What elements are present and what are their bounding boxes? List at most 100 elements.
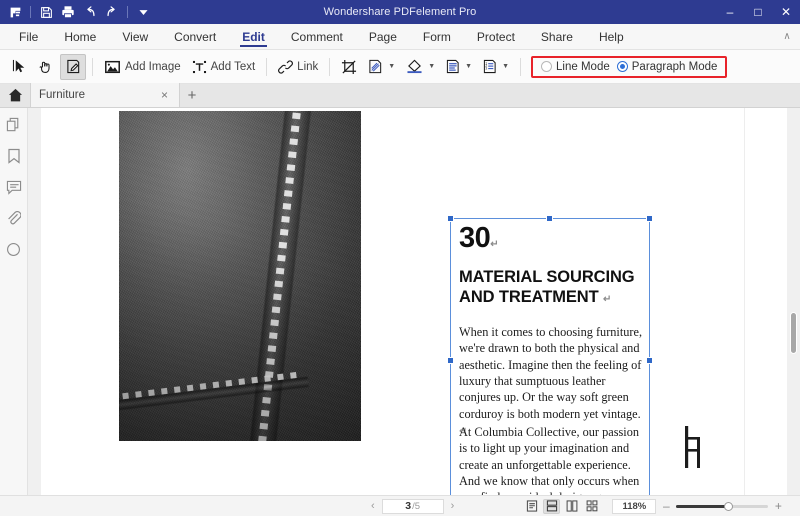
thumbnails-panel-icon[interactable] xyxy=(5,116,23,134)
pilcrow-mark: ↵ xyxy=(603,294,611,305)
document-tab-strip: Furniture × + xyxy=(0,84,800,108)
stamps-panel-icon[interactable] xyxy=(5,240,23,258)
resize-handle-top-center[interactable] xyxy=(546,215,553,222)
scrollbar-thumb[interactable] xyxy=(790,312,797,354)
thumbnail-grid-view-button[interactable] xyxy=(583,499,600,514)
qa-divider-2 xyxy=(127,6,128,18)
menu-item-comment[interactable]: Comment xyxy=(278,24,356,49)
comments-panel-icon[interactable] xyxy=(5,178,23,196)
text-edit-mode-group: Line Mode Paragraph Mode xyxy=(531,56,727,78)
zoom-slider-fill xyxy=(676,505,728,508)
zoom-slider[interactable] xyxy=(676,500,768,512)
quick-access-toolbar xyxy=(0,2,153,22)
attachments-panel-icon[interactable] xyxy=(5,209,23,227)
pdf-page[interactable]: 30↵ MATERIAL SOURCING AND TREATMENT ↵ Wh… xyxy=(42,108,745,495)
header-footer-caret-icon[interactable]: ▼ xyxy=(465,63,472,70)
zoom-out-button[interactable]: – xyxy=(661,499,671,513)
background-caret-icon[interactable]: ▼ xyxy=(428,63,435,70)
bookmarks-panel-icon[interactable] xyxy=(5,147,23,165)
menu-item-view[interactable]: View xyxy=(109,24,161,49)
document-tab-furniture[interactable]: Furniture × xyxy=(30,83,180,107)
print-icon[interactable] xyxy=(58,2,78,22)
svg-text:3: 3 xyxy=(486,66,488,70)
save-icon[interactable] xyxy=(36,2,56,22)
add-text-button[interactable]: Add Text xyxy=(187,54,261,80)
selected-text-block[interactable]: 30↵ MATERIAL SOURCING AND TREATMENT ↵ Wh… xyxy=(450,218,650,495)
redo-icon[interactable] xyxy=(102,2,122,22)
document-paragraph-1: When it comes to choosing furniture, we'… xyxy=(459,324,645,438)
menu-item-home[interactable]: Home xyxy=(51,24,109,49)
two-page-view-button[interactable] xyxy=(563,499,580,514)
line-mode-radio-icon[interactable] xyxy=(541,61,552,72)
menu-item-form[interactable]: Form xyxy=(410,24,464,49)
undo-icon[interactable] xyxy=(80,2,100,22)
new-tab-button[interactable]: + xyxy=(180,83,204,107)
hand-tool-button[interactable] xyxy=(33,54,59,80)
chair-illustration-icon xyxy=(677,426,711,468)
menu-item-file[interactable]: File xyxy=(6,24,51,49)
workspace: 30↵ MATERIAL SOURCING AND TREATMENT ↵ Wh… xyxy=(0,108,800,495)
continuous-scroll-view-button[interactable] xyxy=(543,499,560,514)
zoom-level-value[interactable]: 118% xyxy=(612,499,656,514)
line-mode-option[interactable]: Line Mode xyxy=(541,61,610,73)
qa-divider-1 xyxy=(30,6,31,18)
menu-item-page[interactable]: Page xyxy=(356,24,410,49)
pilcrow-mark: ↵ xyxy=(490,239,498,250)
resize-handle-middle-left[interactable] xyxy=(447,357,454,364)
next-page-button[interactable]: › xyxy=(447,500,459,512)
menu-item-help[interactable]: Help xyxy=(586,24,637,49)
viewer-left-margin xyxy=(28,108,41,495)
crop-button[interactable] xyxy=(336,54,362,80)
paragraph-mode-label: Paragraph Mode xyxy=(632,61,718,73)
resize-handle-top-left[interactable] xyxy=(447,215,454,222)
document-viewer[interactable]: 30↵ MATERIAL SOURCING AND TREATMENT ↵ Wh… xyxy=(28,108,800,495)
page-navigator: ‹ 3/5 › xyxy=(367,499,458,514)
image-vignette xyxy=(119,111,361,441)
close-button[interactable]: ✕ xyxy=(772,0,800,24)
app-logo-icon[interactable] xyxy=(5,2,25,22)
zoom-slider-knob[interactable] xyxy=(724,502,733,511)
document-image[interactable] xyxy=(119,111,361,441)
document-tab-label: Furniture xyxy=(39,89,158,101)
previous-page-button[interactable]: ‹ xyxy=(367,500,379,512)
edit-text-tool-button[interactable] xyxy=(60,54,86,80)
bates-caret-icon[interactable]: ▼ xyxy=(502,63,509,70)
edit-toolbar: Add Image Add Text Link ▼ ▼ ▼ 123 ▼ xyxy=(0,50,800,84)
home-tab-button[interactable] xyxy=(0,83,30,107)
page-number-input[interactable]: 3/5 xyxy=(382,499,444,514)
paragraph-mode-option[interactable]: Paragraph Mode xyxy=(617,61,718,73)
line-mode-label: Line Mode xyxy=(556,61,610,73)
close-icon[interactable]: × xyxy=(158,88,171,102)
document-heading: MATERIAL SOURCING AND TREATMENT ↵ xyxy=(459,267,649,307)
watermark-caret-icon[interactable]: ▼ xyxy=(388,63,395,70)
collapse-ribbon-icon[interactable]: ∧ xyxy=(774,24,800,49)
single-page-view-button[interactable] xyxy=(523,499,540,514)
resize-handle-middle-right[interactable] xyxy=(646,357,653,364)
menu-item-protect[interactable]: Protect xyxy=(464,24,528,49)
resize-handle-top-right[interactable] xyxy=(646,215,653,222)
menu-item-edit[interactable]: Edit xyxy=(229,24,278,49)
maximize-button[interactable]: □ xyxy=(744,0,772,24)
minimize-button[interactable]: – xyxy=(716,0,744,24)
menu-item-convert[interactable]: Convert xyxy=(161,24,229,49)
vertical-scrollbar[interactable] xyxy=(789,112,798,491)
link-button[interactable]: Link xyxy=(273,54,323,80)
paragraph-mode-radio-icon[interactable] xyxy=(617,61,628,72)
add-image-label: Add Image xyxy=(125,61,181,73)
select-tool-button[interactable] xyxy=(6,54,32,80)
bates-numbering-button[interactable]: 123 ▼ xyxy=(478,54,514,80)
header-footer-button[interactable]: ▼ xyxy=(441,54,477,80)
left-panel-rail xyxy=(0,108,28,495)
zoom-controls: 118% – + xyxy=(612,499,783,514)
customize-caret-icon[interactable] xyxy=(133,2,153,22)
current-page-value: 3 xyxy=(405,500,411,512)
watermark-button[interactable]: ▼ xyxy=(363,54,400,80)
document-paragraph-2: At Columbia Collective, our passion is t… xyxy=(459,424,645,495)
total-pages-value: /5 xyxy=(412,501,420,512)
toolbar-divider-3 xyxy=(329,58,330,76)
background-button[interactable]: ▼ xyxy=(401,54,440,80)
toolbar-divider-1 xyxy=(92,58,93,76)
menu-item-share[interactable]: Share xyxy=(528,24,586,49)
add-image-button[interactable]: Add Image xyxy=(99,54,186,80)
zoom-in-button[interactable]: + xyxy=(773,499,783,513)
